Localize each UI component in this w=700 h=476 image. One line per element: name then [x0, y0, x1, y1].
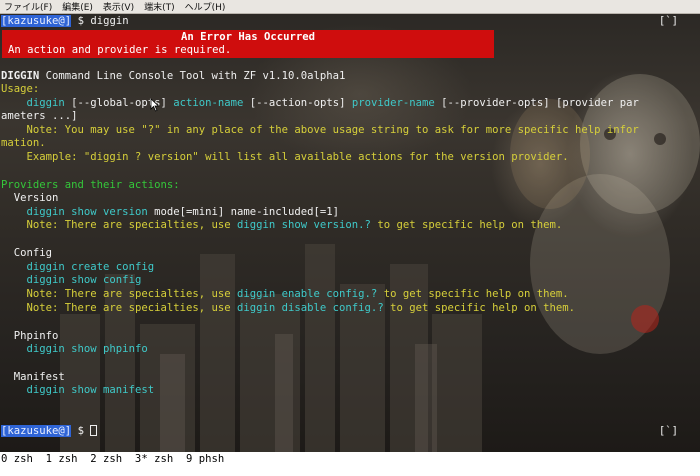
- provider-version-name: Version: [13, 192, 59, 204]
- provider-config-cmd-1: diggin create config: [26, 261, 155, 273]
- menu-terminal[interactable]: 端末(T): [144, 0, 175, 13]
- prompt-symbol: $: [77, 425, 84, 437]
- note-line-1: Note: You may use "?" in any place of th…: [1, 124, 639, 136]
- prompt-tag: [kazusuke@]: [1, 15, 72, 27]
- top-indicator: [`]: [658, 15, 678, 27]
- menu-bar: ファイル(F) 編集(E) 表示(V) 端末(T) ヘルプ(H): [0, 0, 700, 14]
- usage-provider-opts: [--provider-opts] [provider par: [434, 97, 639, 109]
- usage-label: Usage:: [1, 83, 40, 95]
- provider-manifest-name: Manifest: [13, 371, 65, 383]
- top-prompt-line: [kazusuke@] $ diggin: [1, 15, 129, 28]
- screen-window-list[interactable]: 0 zsh 1 zsh 2 zsh 3* zsh 9 phsh: [0, 452, 700, 476]
- header-line: DIGGIN Command Line Console Tool with ZF…: [1, 70, 345, 83]
- prompt-tag: [kazusuke@]: [1, 425, 72, 437]
- usage-line: diggin [--global-opts] action-name [--ac…: [1, 97, 639, 110]
- menu-edit[interactable]: 編集(E): [62, 0, 93, 13]
- provider-config-name: Config: [13, 247, 53, 259]
- bottom-prompt-line[interactable]: [kazusuke@] $: [1, 425, 98, 438]
- mouse-pointer-icon: [150, 98, 160, 112]
- usage-cmd: diggin: [26, 97, 65, 109]
- provider-config-note-1: Note: There are specialties, use diggin …: [26, 288, 569, 300]
- usage-action-name: action-name: [173, 97, 244, 109]
- usage-continuation: ameters ...]: [1, 110, 78, 122]
- menu-view[interactable]: 表示(V): [103, 0, 134, 13]
- bottom-indicator: [`]: [658, 425, 678, 437]
- note-line-2: mation.: [1, 137, 46, 149]
- error-message: An action and provider is required.: [8, 44, 232, 56]
- header-bold: DIGGIN: [1, 70, 40, 82]
- menu-file[interactable]: ファイル(F): [4, 0, 52, 13]
- prompt-command: diggin: [90, 15, 129, 27]
- provider-manifest-cmd: diggin show manifest: [26, 384, 155, 396]
- usage-provider-name: provider-name: [351, 97, 435, 109]
- terminal-window[interactable]: [kazusuke@] $ diggin [`] An Error Has Oc…: [0, 14, 700, 452]
- example-line: Example: "diggin ? version" will list al…: [1, 151, 569, 163]
- header-rest: Command Line Console Tool with ZF v1.10.…: [39, 70, 346, 82]
- prompt-symbol: $: [77, 15, 84, 27]
- providers-label: Providers and their actions:: [1, 179, 180, 191]
- provider-phpinfo-cmd: diggin show phpinfo: [26, 343, 148, 355]
- error-title: An Error Has Occurred: [181, 31, 315, 43]
- text-cursor: [90, 425, 98, 436]
- provider-config-cmd-2: diggin show config: [26, 274, 142, 286]
- provider-phpinfo-name: Phpinfo: [13, 330, 59, 342]
- provider-version-note: Note: There are specialties, use diggin …: [26, 219, 563, 231]
- provider-config-note-2: Note: There are specialties, use diggin …: [26, 302, 576, 314]
- usage-action-opts: [--action-opts]: [243, 97, 352, 109]
- menu-help[interactable]: ヘルプ(H): [185, 0, 226, 13]
- provider-version-cmd: diggin show version mode[=mini] name-inc…: [26, 206, 340, 218]
- error-banner: An Error Has Occurred An action and prov…: [2, 30, 494, 58]
